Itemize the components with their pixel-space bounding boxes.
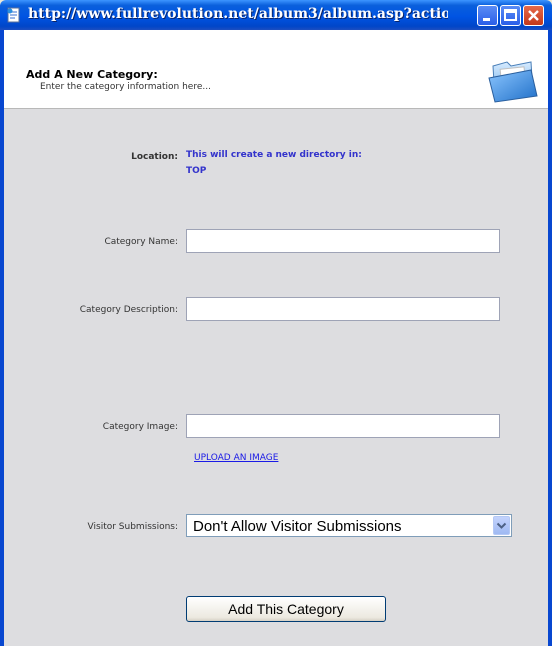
chevron-down-icon — [496, 522, 507, 529]
visitor-submissions-label: Visitor Submissions: — [87, 522, 178, 532]
close-button[interactable] — [523, 5, 544, 26]
page-header: Add A New Category: Enter the category i… — [4, 30, 548, 109]
page-title: Add A New Category: — [26, 68, 158, 81]
title-bar[interactable]: http://www.fullrevolution.net/album3/alb… — [0, 0, 552, 30]
close-icon — [528, 10, 539, 21]
minimize-button[interactable] — [477, 5, 498, 26]
minimize-icon — [483, 18, 490, 21]
add-category-button[interactable]: Add This Category — [186, 596, 386, 622]
folder-icon — [488, 61, 538, 103]
category-description-input[interactable] — [186, 297, 500, 321]
category-form: Location: This will create a new directo… — [4, 109, 548, 646]
location-value: TOP — [186, 166, 207, 176]
maximize-icon — [504, 9, 517, 21]
window-title: http://www.fullrevolution.net/album3/alb… — [28, 6, 448, 22]
location-info: This will create a new directory in: TOP — [186, 147, 362, 179]
maximize-button[interactable] — [500, 5, 521, 26]
dropdown-arrow-button[interactable] — [493, 516, 510, 535]
visitor-submissions-value: Don't Allow Visitor Submissions — [193, 518, 402, 535]
upload-image-link[interactable]: UPLOAD AN IMAGE — [194, 453, 278, 463]
category-image-input[interactable] — [186, 414, 500, 438]
page-subtitle: Enter the category information here... — [40, 82, 211, 92]
browser-popup-window: http://www.fullrevolution.net/album3/alb… — [0, 0, 552, 646]
category-name-input[interactable] — [186, 229, 500, 253]
category-description-label: Category Description: — [79, 305, 178, 315]
category-name-label: Category Name: — [104, 237, 178, 247]
window-frame-right — [548, 30, 552, 646]
location-label: Location: — [131, 152, 178, 162]
category-image-label: Category Image: — [102, 422, 178, 432]
visitor-submissions-select[interactable]: Don't Allow Visitor Submissions — [186, 514, 512, 537]
page-icon — [7, 7, 20, 23]
location-description: This will create a new directory in: — [186, 150, 362, 160]
page-content: Add A New Category: Enter the category i… — [4, 30, 548, 646]
